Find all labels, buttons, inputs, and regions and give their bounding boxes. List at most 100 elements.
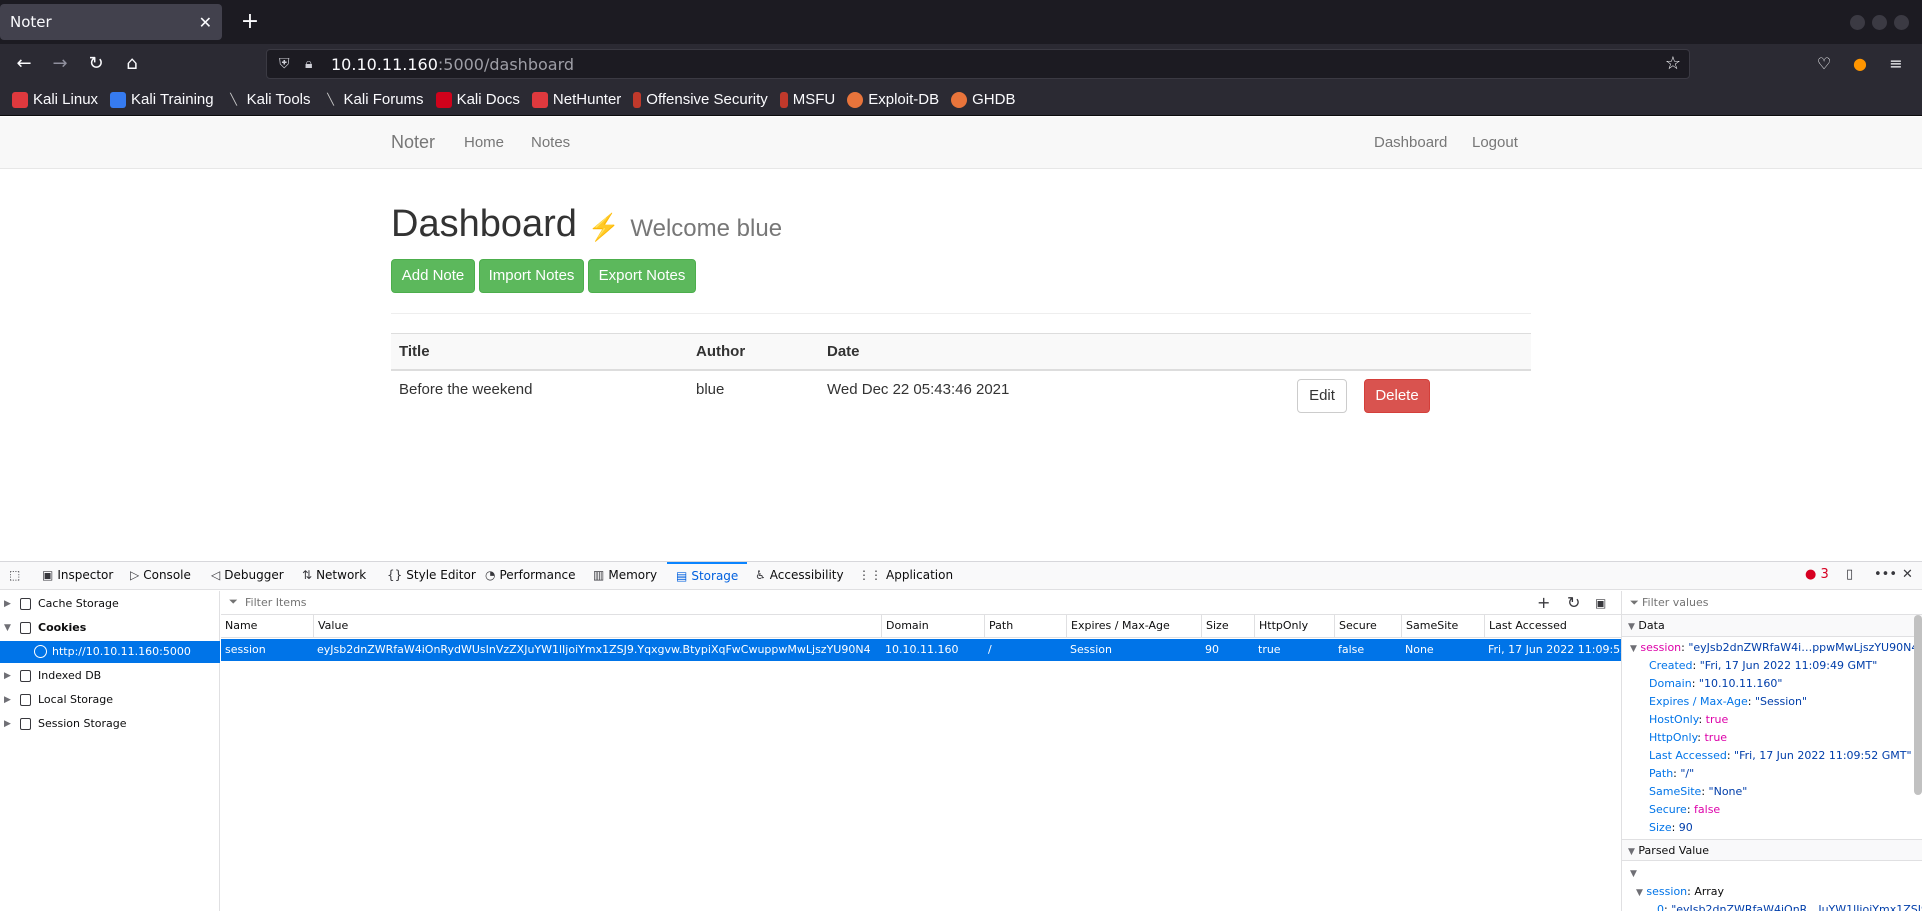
table-row[interactable]: session eyJsb2dnZWRfaW4iOnRydWUsInVzZXJu… <box>221 639 1621 661</box>
refresh-icon[interactable]: ↻ <box>1567 593 1580 612</box>
tab-memory[interactable]: ▥ Memory <box>593 562 657 590</box>
export-notes-button[interactable]: Export Notes <box>588 259 696 293</box>
pocket-icon[interactable]: ♡ <box>1812 52 1836 76</box>
parsed-session[interactable]: ▼ session: Array <box>1622 883 1922 901</box>
tab-application[interactable]: ⋮⋮ Application <box>858 562 953 590</box>
bookmark-kali-forums[interactable]: ╲ Kali Forums <box>322 91 424 108</box>
tree-cookies[interactable]: ▼ Cookies <box>0 617 220 639</box>
column-value[interactable]: Value <box>313 615 781 638</box>
edit-button[interactable]: Edit <box>1297 379 1347 413</box>
bookmark-msfu[interactable]: MSFU <box>779 91 835 108</box>
close-devtools-icon[interactable]: ✕ <box>1902 567 1913 582</box>
tree-cookie-host[interactable]: http://10.10.11.160:5000 <box>0 641 220 663</box>
tree-cache-storage[interactable]: ▶ Cache Storage <box>0 593 220 615</box>
column-samesite[interactable]: SameSite <box>1401 615 1484 638</box>
tab-inspector[interactable]: ▣ Inspector <box>42 562 113 590</box>
bookmark-kali-tools[interactable]: ╲ Kali Tools <box>225 91 311 108</box>
close-window-button[interactable] <box>1894 15 1909 30</box>
bookmark-nethunter[interactable]: NetHunter <box>531 91 621 108</box>
tree-indexed-db[interactable]: ▶ Indexed DB <box>0 665 220 687</box>
more-options-icon[interactable]: ••• <box>1874 567 1897 582</box>
tab-network[interactable]: ⇅ Network <box>302 562 366 590</box>
column-httponly[interactable]: HttpOnly <box>1254 615 1334 638</box>
toggle-sidebar-icon[interactable]: ▣ <box>1595 596 1606 610</box>
add-note-button[interactable]: Add Note <box>391 259 475 293</box>
cookie-size: 90 <box>1205 643 1219 656</box>
database-icon <box>20 598 31 610</box>
column-path[interactable]: Path <box>984 615 1066 638</box>
lock-icon[interactable]: 🔒︎ <box>305 56 325 72</box>
column-expires[interactable]: Expires / Max-Age <box>1066 615 1201 638</box>
filter-values-input[interactable]: ⏷ Filter values <box>1622 591 1922 615</box>
expand-arrow-icon[interactable]: ▶ <box>4 665 11 687</box>
menu-icon[interactable]: ≡ <box>1884 52 1908 76</box>
delete-button[interactable]: Delete <box>1364 379 1430 413</box>
kali-tools-icon: ╲ <box>225 91 242 108</box>
detail-domain: Domain: "10.10.11.160" <box>1649 677 1783 690</box>
column-size[interactable]: Size <box>1201 615 1254 638</box>
back-icon[interactable]: ← <box>10 51 38 77</box>
column-name[interactable]: Name <box>221 615 313 638</box>
home-icon[interactable]: ⌂ <box>118 51 146 77</box>
shield-icon[interactable]: ⛨ <box>279 56 299 72</box>
browser-tab[interactable]: Noter ✕ <box>0 4 222 40</box>
inspector-icon: ▣ <box>42 568 54 582</box>
minimize-window-button[interactable] <box>1850 15 1865 30</box>
tab-style-editor[interactable]: {} Style Editor <box>387 562 476 590</box>
collapse-arrow-icon[interactable]: ▼ <box>1630 644 1637 654</box>
url-bar[interactable]: ⛨ 🔒︎ 10.10.11.160:5000/dashboard ☆ <box>266 49 1690 79</box>
bookmark-kali-docs[interactable]: Kali Docs <box>435 91 520 108</box>
tree-local-storage[interactable]: ▶ Local Storage <box>0 689 220 711</box>
firefox-account-icon[interactable]: ● <box>1848 52 1872 76</box>
forward-icon[interactable]: → <box>46 51 74 77</box>
bookmark-star-icon[interactable]: ☆ <box>1665 53 1681 74</box>
tab-close-icon[interactable]: ✕ <box>199 13 212 32</box>
scrollbar[interactable] <box>1914 615 1922 795</box>
nav-dashboard-link[interactable]: Dashboard <box>1374 134 1447 151</box>
tab-debugger[interactable]: ◁ Debugger <box>211 562 284 590</box>
expand-arrow-icon[interactable]: ▶ <box>4 713 11 735</box>
nav-notes-link[interactable]: Notes <box>531 134 570 151</box>
collapse-arrow-icon[interactable]: ▼ <box>4 617 11 639</box>
bookmark-label: GHDB <box>972 91 1016 108</box>
session-entry[interactable]: ▼ session: "eyJsb2dnZWRfaW4i…ppwMwLjszYU… <box>1622 639 1922 657</box>
tab-console[interactable]: ▷ Console <box>130 562 191 590</box>
new-tab-button[interactable]: + <box>236 8 264 36</box>
tab-accessibility[interactable]: ♿︎ Accessibility <box>755 562 844 590</box>
element-picker-icon[interactable]: ⬚ <box>9 562 24 590</box>
column-domain[interactable]: Domain <box>881 615 984 638</box>
bookmark-label: Exploit-DB <box>868 91 940 108</box>
maximize-window-button[interactable] <box>1872 15 1887 30</box>
nav-logout-link[interactable]: Logout <box>1472 134 1518 151</box>
collapse-arrow-icon[interactable]: ▼ <box>1636 888 1643 898</box>
data-section-header[interactable]: ▼ Data <box>1622 615 1922 637</box>
bookmark-ghdb[interactable]: GHDB <box>951 91 1015 108</box>
column-header-author: Author <box>696 343 746 360</box>
dock-toggle-icon[interactable]: ▯ <box>1846 567 1853 582</box>
tree-session-storage[interactable]: ▶ Session Storage <box>0 713 220 735</box>
tree-label: Indexed DB <box>38 669 102 682</box>
kali-training-icon <box>110 91 127 108</box>
import-notes-button[interactable]: Import Notes <box>479 259 584 293</box>
column-last-accessed[interactable]: Last Accessed <box>1484 615 1621 638</box>
expand-arrow-icon[interactable]: ▶ <box>4 689 11 711</box>
column-secure[interactable]: Secure <box>1334 615 1401 638</box>
table-header: Title Author Date <box>391 333 1531 371</box>
tab-storage[interactable]: ▤ Storage <box>667 562 748 590</box>
bookmark-exploit-db[interactable]: Exploit-DB <box>847 91 939 108</box>
tab-performance[interactable]: ◔ Performance <box>485 562 576 590</box>
detail-last-accessed: Last Accessed: "Fri, 17 Jun 2022 11:09:5… <box>1649 749 1912 762</box>
site-brand[interactable]: Noter <box>391 132 435 153</box>
bookmark-kali-linux[interactable]: Kali Linux <box>12 91 98 108</box>
parsed-root-arrow-icon[interactable]: ▼ <box>1622 865 1922 883</box>
expand-arrow-icon[interactable]: ▶ <box>4 593 11 615</box>
reload-icon[interactable]: ↻ <box>82 51 110 77</box>
error-count-badge[interactable]: ● 3 <box>1805 567 1829 582</box>
bookmark-offensive-security[interactable]: Offensive Security <box>633 91 768 108</box>
parsed-section-header[interactable]: ▼ Parsed Value <box>1622 839 1922 861</box>
storage-icon: ▤ <box>676 569 688 583</box>
bookmark-kali-training[interactable]: Kali Training <box>110 91 214 108</box>
add-item-icon[interactable]: + <box>1537 593 1550 612</box>
nav-home-link[interactable]: Home <box>464 134 504 151</box>
filter-items-input[interactable]: ⏷ Filter Items + ↻ ▣ <box>221 591 1621 615</box>
